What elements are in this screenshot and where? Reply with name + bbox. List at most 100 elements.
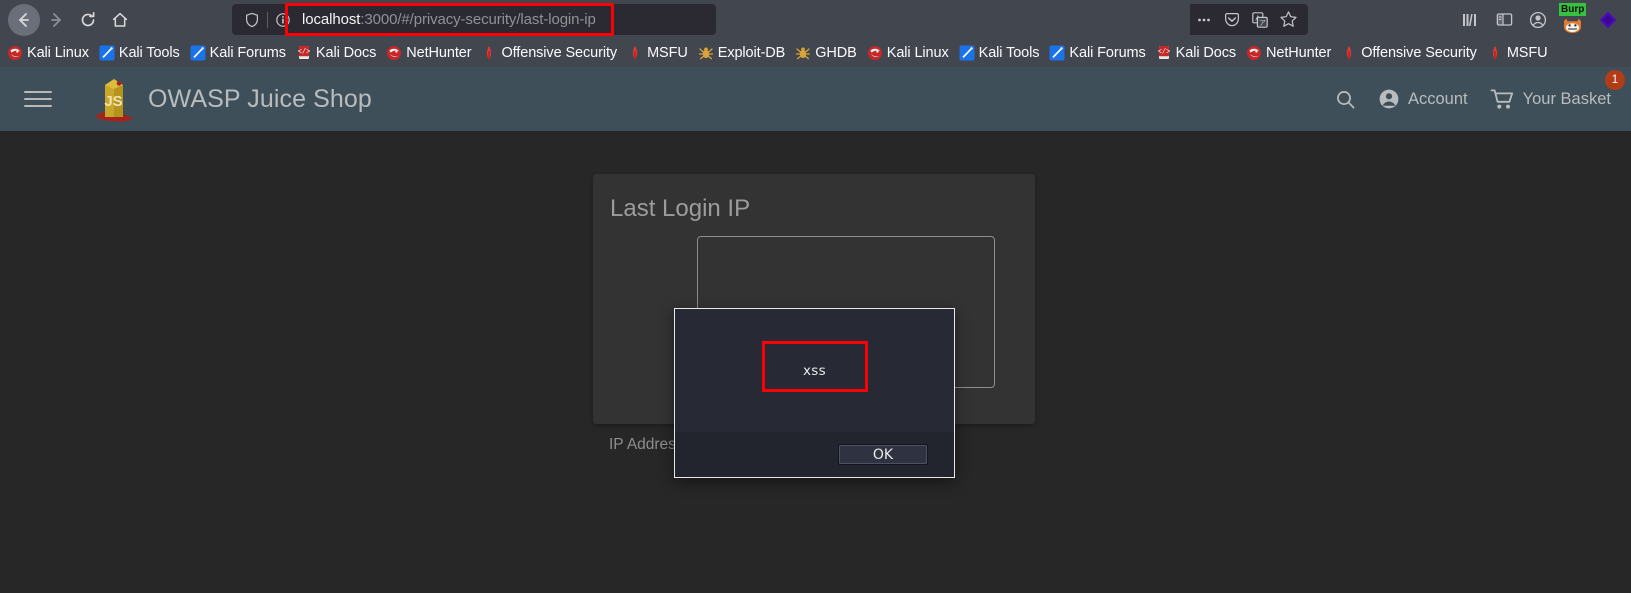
alert-dialog-body: xss xyxy=(675,309,954,432)
account-person-icon xyxy=(1379,89,1399,109)
bookmark-label: Exploit-DB xyxy=(717,45,786,61)
nethunter-icon xyxy=(1246,45,1262,61)
svg-text:ア: ア xyxy=(1259,19,1266,27)
offsec-icon xyxy=(481,45,497,61)
alert-ok-label: OK xyxy=(872,446,894,463)
bookmark-item[interactable]: Exploit-DB xyxy=(693,41,791,65)
urlbar-actions: A ア xyxy=(1190,4,1308,35)
url-host: localhost xyxy=(302,11,361,28)
alert-ok-button[interactable]: OK xyxy=(838,444,928,465)
card-title: Last Login IP xyxy=(610,195,751,222)
kali-docs-icon: </> xyxy=(296,45,312,61)
shield-icon[interactable] xyxy=(239,7,265,33)
arrow-left-icon xyxy=(19,12,29,27)
sidebar-icon[interactable] xyxy=(1489,5,1519,35)
navigation-toolbar: localhost:3000/#/privacy-security/last-l… xyxy=(0,0,1631,39)
back-button[interactable] xyxy=(8,3,40,36)
bookmark-label: GHDB xyxy=(815,45,857,61)
bookmark-label: Kali Linux xyxy=(27,45,89,61)
account-icon[interactable] xyxy=(1523,5,1553,35)
bookmark-item[interactable]: Kali Tools xyxy=(94,41,185,65)
exploit-db-icon xyxy=(698,45,714,61)
pocket-icon[interactable] xyxy=(1218,6,1246,34)
bookmark-item[interactable]: Kali Linux xyxy=(2,41,94,65)
bookmark-item[interactable]: </> Kali Docs xyxy=(1151,41,1241,65)
svg-text:</>: </> xyxy=(298,49,311,57)
bookmark-label: Kali Linux xyxy=(886,45,949,61)
bookmarks-toolbar: Kali Linux Kali Tools Kali Forums </> Kali D… xyxy=(0,39,1631,67)
library-icon[interactable] xyxy=(1455,5,1485,35)
bookmark-label: Offensive Security xyxy=(1361,45,1477,61)
wappalyzer-extension-icon[interactable] xyxy=(1593,5,1623,35)
bookmark-item[interactable]: GHDB xyxy=(790,41,862,65)
urlbar-divider xyxy=(267,11,268,28)
search-button[interactable] xyxy=(1333,85,1358,114)
bookmark-star-icon[interactable] xyxy=(1274,6,1302,34)
bookmark-label: Kali Docs xyxy=(1175,45,1237,61)
bookmark-item[interactable]: Kali Forums xyxy=(1044,41,1150,65)
info-circle-icon[interactable] xyxy=(270,7,296,33)
kali-dragon-icon xyxy=(867,45,883,61)
bookmark-item[interactable]: NetHunter xyxy=(381,41,476,65)
msfu-icon xyxy=(627,45,643,61)
burp-fox-glyph xyxy=(1564,18,1581,33)
url-bar[interactable]: localhost:3000/#/privacy-security/last-l… xyxy=(232,4,716,35)
bookmark-item[interactable]: NetHunter xyxy=(1241,41,1336,65)
svg-text:</>: </> xyxy=(1157,49,1170,57)
page-actions-icon[interactable] xyxy=(1190,6,1218,34)
reload-icon xyxy=(81,11,95,26)
account-label: Account xyxy=(1408,89,1468,108)
translate-icon[interactable]: A ア xyxy=(1246,6,1274,34)
ghdb-icon xyxy=(795,45,811,61)
bookmark-label: MSFU xyxy=(1506,45,1548,61)
kali-docs-icon: </> xyxy=(1156,45,1172,61)
toolbar-right-icons: Burp xyxy=(1455,3,1623,35)
app-header-actions: Account Your Basket 1 xyxy=(1333,69,1625,115)
basket-button[interactable]: Your Basket 1 xyxy=(1488,69,1625,115)
bookmark-label: NetHunter xyxy=(406,45,472,61)
kali-tools-icon xyxy=(99,45,115,61)
account-button[interactable]: Account xyxy=(1376,84,1470,114)
juice-shop-logo-icon[interactable]: JS xyxy=(92,75,136,123)
bookmark-item[interactable]: Kali Forums xyxy=(185,41,291,65)
home-icon xyxy=(112,12,128,27)
app-header: JS OWASP Juice Shop Account Your Basket … xyxy=(0,67,1631,131)
nethunter-icon xyxy=(386,45,402,61)
bookmark-item[interactable]: </> Kali Docs xyxy=(291,41,381,65)
forward-button[interactable] xyxy=(40,4,72,36)
bookmark-item[interactable]: MSFU xyxy=(1482,41,1553,65)
bookmark-label: Kali Tools xyxy=(118,45,180,61)
msfu-icon xyxy=(1487,45,1503,61)
bookmark-label: Kali Tools xyxy=(978,45,1040,61)
bookmark-item[interactable]: Offensive Security xyxy=(476,41,622,65)
bookmark-item[interactable]: Kali Tools xyxy=(954,41,1045,65)
basket-label: Your Basket xyxy=(1522,89,1611,108)
bookmark-label: NetHunter xyxy=(1266,45,1332,61)
svg-text:JS: JS xyxy=(104,93,122,110)
alert-message-text: xss xyxy=(803,362,826,379)
alert-dialog-footer: OK xyxy=(675,432,954,477)
bookmark-item[interactable]: MSFU xyxy=(622,41,693,65)
url-text[interactable]: localhost:3000/#/privacy-security/last-l… xyxy=(302,11,596,28)
hamburger-menu-icon[interactable] xyxy=(24,85,52,113)
home-button[interactable] xyxy=(104,4,136,36)
bookmark-item[interactable]: Kali Linux xyxy=(862,41,954,65)
page-viewport: JS OWASP Juice Shop Account Your Basket … xyxy=(0,67,1631,593)
kali-tools-icon xyxy=(959,45,975,61)
bookmark-label: Kali Forums xyxy=(209,45,286,61)
shopping-cart-icon xyxy=(1490,89,1513,109)
browser-chrome: localhost:3000/#/privacy-security/last-l… xyxy=(0,0,1631,67)
arrow-right-icon xyxy=(51,12,61,27)
kali-dragon-icon xyxy=(7,45,23,61)
search-icon xyxy=(1337,90,1355,108)
bookmark-label: Kali Forums xyxy=(1069,45,1146,61)
bookmark-label: Offensive Security xyxy=(501,45,618,61)
ip-address-label: IP Address xyxy=(609,436,684,453)
burp-suite-extension-icon[interactable]: Burp xyxy=(1557,3,1589,35)
offsec-icon xyxy=(1341,45,1357,61)
bookmark-label: Kali Docs xyxy=(315,45,377,61)
javascript-alert-dialog[interactable]: xss OK xyxy=(674,308,955,478)
bookmark-item[interactable]: Offensive Security xyxy=(1336,41,1482,65)
reload-button[interactable] xyxy=(72,4,104,36)
basket-count-badge: 1 xyxy=(1605,69,1625,90)
